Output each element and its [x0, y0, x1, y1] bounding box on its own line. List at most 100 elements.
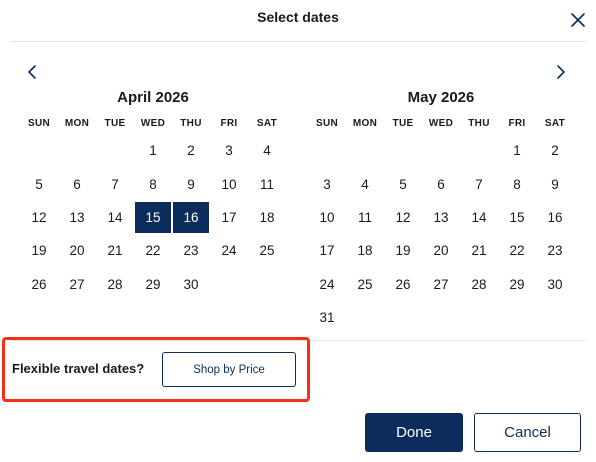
day-cell[interactable]: 6 [59, 168, 95, 199]
next-month-button[interactable] [551, 62, 571, 82]
day-cell[interactable]: 1 [135, 135, 171, 166]
weekday-label: WED [428, 118, 454, 129]
day-cell[interactable]: 14 [461, 202, 497, 233]
day-cell[interactable]: 20 [423, 235, 459, 266]
day-cell[interactable]: 8 [499, 168, 535, 199]
day-cell[interactable]: 21 [97, 235, 133, 266]
day-cell[interactable]: 11 [249, 168, 285, 199]
day-cell[interactable]: 17 [211, 202, 247, 233]
day-cell[interactable]: 4 [249, 135, 285, 166]
weekday-label: MON [352, 118, 378, 129]
day-cell[interactable]: 22 [135, 235, 171, 266]
day-cell[interactable]: 23 [537, 235, 573, 266]
day-cell[interactable]: 8 [135, 168, 171, 199]
empty-day-cell [385, 135, 421, 166]
chevron-right-icon [557, 65, 565, 79]
day-cell[interactable]: 13 [423, 202, 459, 233]
month-calendar-april: April 2026 SUN MON TUE WED THU FRI SAT 1234567… [20, 88, 286, 301]
day-cell[interactable]: 11 [347, 202, 383, 233]
day-cell[interactable]: 24 [211, 235, 247, 266]
day-cell[interactable]: 9 [537, 168, 573, 199]
weekday-label: THU [468, 118, 490, 129]
day-cell[interactable]: 10 [309, 202, 345, 233]
weekday-label: SAT [544, 118, 566, 129]
day-cell[interactable]: 27 [423, 269, 459, 300]
day-cell[interactable]: 13 [59, 202, 95, 233]
day-cell[interactable]: 29 [499, 269, 535, 300]
day-cell[interactable]: 7 [97, 168, 133, 199]
day-grid: 1 2 3 4 5 6 7 8 9 10 11 12 13 14 15 16 17 18 19 20 21 22 23 24 2… [20, 134, 286, 301]
day-cell[interactable]: 26 [385, 269, 421, 300]
done-button[interactable]: Done [365, 413, 463, 452]
day-cell[interactable]: 28 [461, 269, 497, 300]
day-cell[interactable]: 14 [97, 202, 133, 233]
flexible-dates-label: Flexible travel dates? [12, 361, 145, 376]
day-cell[interactable]: 1 [499, 135, 535, 166]
weekday-label: THU [180, 118, 202, 129]
empty-day-cell [461, 135, 497, 166]
day-cell[interactable]: 17 [309, 235, 345, 266]
day-cell[interactable]: 27 [59, 269, 95, 300]
day-cell[interactable]: 7 [461, 168, 497, 199]
weekday-label: FRI [220, 118, 238, 129]
day-cell[interactable]: 18 [249, 202, 285, 233]
weekday-label: SUN [27, 118, 50, 129]
day-cell[interactable]: 10 [211, 168, 247, 199]
day-cell[interactable]: 3 [211, 135, 247, 166]
chevron-left-icon [28, 65, 36, 79]
day-cell[interactable]: 16 [537, 202, 573, 233]
weekday-label: SAT [256, 118, 278, 129]
day-cell-selected[interactable]: 16 [173, 201, 209, 234]
day-cell[interactable]: 12 [385, 202, 421, 233]
day-cell[interactable]: 26 [21, 269, 57, 300]
day-cell[interactable]: 22 [499, 235, 535, 266]
empty-day-cell [59, 135, 95, 166]
day-cell[interactable]: 2 [537, 135, 573, 166]
day-cell[interactable]: 28 [97, 269, 133, 300]
empty-day-cell [21, 135, 57, 166]
day-cell[interactable]: 9 [173, 168, 209, 199]
month-calendar-may: May 2026 SUN MON TUE WED THU FRI SAT 123456789… [308, 88, 574, 334]
day-cell[interactable]: 20 [59, 235, 95, 266]
day-cell[interactable]: 5 [385, 168, 421, 199]
day-cell[interactable]: 3 [309, 168, 345, 199]
day-cell[interactable]: 6 [423, 168, 459, 199]
shop-by-price-button[interactable]: Shop by Price [162, 352, 296, 387]
weekday-label: WED [140, 118, 166, 129]
header-divider [10, 41, 586, 42]
empty-day-cell [97, 135, 133, 166]
day-cell[interactable]: 30 [173, 269, 209, 300]
day-cell[interactable]: 19 [21, 235, 57, 266]
month-title: May 2026 [407, 89, 475, 106]
day-cell[interactable]: 19 [385, 235, 421, 266]
empty-day-cell [347, 135, 383, 166]
previous-month-button[interactable] [22, 62, 42, 82]
day-cell[interactable]: 25 [347, 269, 383, 300]
day-cell[interactable]: 24 [309, 269, 345, 300]
weekday-header: SUN MON TUE WED THU FRI SAT [20, 116, 286, 132]
day-cell[interactable]: 30 [537, 269, 573, 300]
day-cell[interactable]: 29 [135, 269, 171, 300]
day-cell[interactable]: 5 [21, 168, 57, 199]
weekday-label: TUE [104, 118, 126, 129]
day-cell-selected[interactable]: 15 [135, 201, 171, 234]
day-cell[interactable]: 15 [499, 202, 535, 233]
day-cell[interactable]: 31 [309, 302, 345, 333]
cancel-button[interactable]: Cancel [474, 413, 581, 452]
weekday-label: TUE [392, 118, 414, 129]
weekday-label: FRI [508, 118, 526, 129]
close-button[interactable] [568, 10, 588, 30]
weekday-header: SUN MON TUE WED THU FRI SAT [308, 116, 574, 132]
day-cell[interactable]: 2 [173, 135, 209, 166]
day-cell[interactable]: 21 [461, 235, 497, 266]
day-cell[interactable]: 12 [21, 202, 57, 233]
weekday-label: SUN [315, 118, 338, 129]
empty-day-cell [423, 135, 459, 166]
day-cell[interactable]: 25 [249, 235, 285, 266]
weekday-label: MON [64, 118, 90, 129]
day-cell[interactable]: 23 [173, 235, 209, 266]
month-title: April 2026 [117, 89, 189, 106]
day-cell[interactable]: 4 [347, 168, 383, 199]
day-cell[interactable]: 18 [347, 235, 383, 266]
select-dates-dialog: Select dates April 2026 SUN MON TUE WED THU F… [0, 0, 596, 462]
